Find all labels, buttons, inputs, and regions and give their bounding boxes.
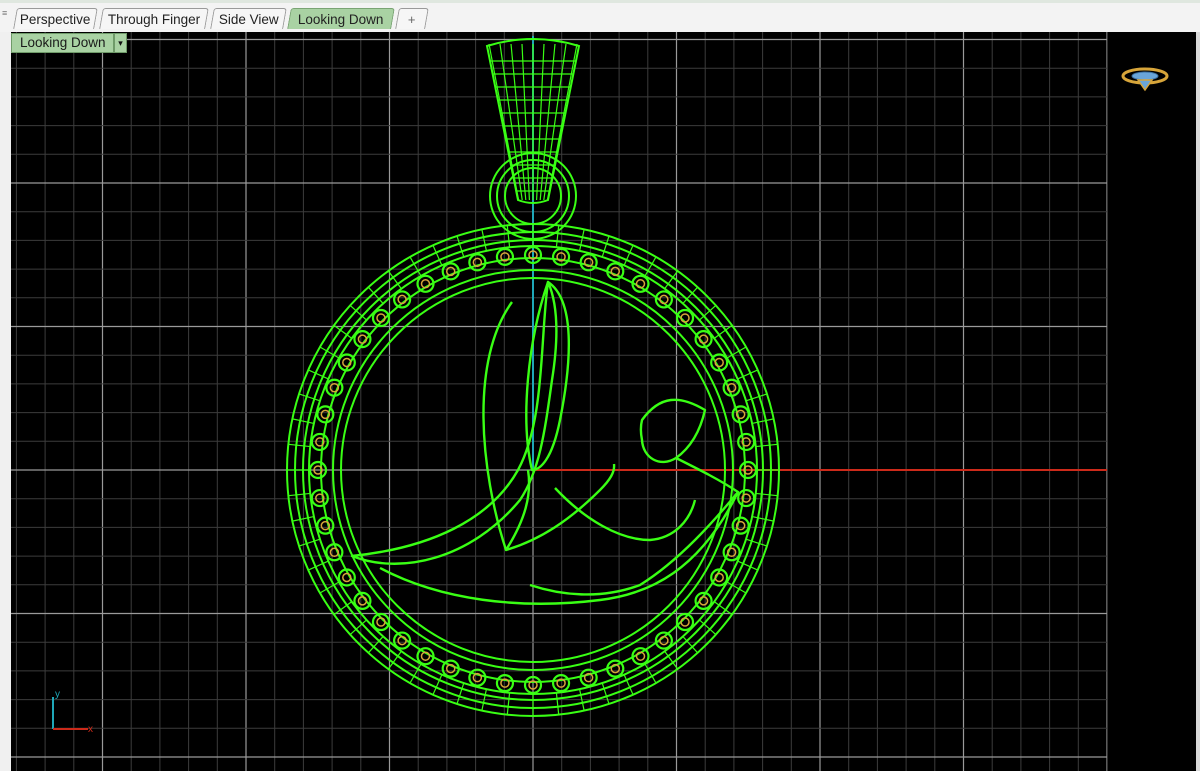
ring-segment	[755, 492, 778, 497]
ring-segment	[755, 443, 778, 448]
gem-setting	[551, 247, 571, 266]
calligraphy-stroke	[554, 487, 697, 542]
ring-segment	[745, 393, 768, 402]
ring-segment	[456, 682, 465, 705]
viewport-drawing: xy	[11, 32, 1169, 771]
gem-stone	[376, 313, 386, 323]
ring-segment	[601, 235, 610, 258]
gem-setting	[310, 432, 329, 452]
ring-segment	[555, 692, 560, 715]
ring-segment	[601, 682, 610, 705]
navigation-gizmo-core	[1131, 71, 1159, 81]
gem-setting	[468, 253, 487, 272]
gem-setting	[316, 516, 335, 535]
gem-stone	[376, 617, 386, 627]
gem-setting	[495, 674, 515, 693]
gem-setting	[737, 488, 756, 508]
viewport-title-button[interactable]: Looking Down	[11, 33, 114, 53]
axis-indicator-x-label: x	[88, 724, 93, 735]
gem-stone	[680, 617, 690, 627]
gem-setting	[731, 405, 750, 424]
ring-segment	[288, 492, 311, 497]
ring-segment	[298, 393, 321, 402]
navigation-gizmo-arrow	[1136, 79, 1154, 92]
calligraphy-stroke	[482, 301, 531, 552]
ring-segment	[506, 692, 511, 715]
gem-setting	[579, 668, 598, 687]
ring-segment	[288, 443, 311, 448]
gem-setting	[737, 432, 756, 452]
dropdown-arrow-icon[interactable]: ▾	[114, 33, 127, 53]
calligraphy-stroke	[505, 463, 616, 552]
calligraphy-stroke	[639, 398, 707, 464]
gem-setting	[468, 668, 487, 687]
ring-segment	[298, 538, 321, 547]
gem-setting	[731, 516, 750, 535]
gem-stone	[680, 313, 690, 323]
gem-setting	[551, 674, 571, 693]
gem-setting	[316, 405, 335, 424]
ring-segment	[745, 538, 768, 547]
gem-setting	[495, 247, 515, 266]
axis-indicator-y-label: y	[55, 689, 60, 700]
ring-segment	[506, 225, 511, 248]
ring-segment	[456, 235, 465, 258]
gem-setting	[579, 253, 598, 272]
gem-setting	[310, 488, 329, 508]
ring-segment	[555, 225, 560, 248]
